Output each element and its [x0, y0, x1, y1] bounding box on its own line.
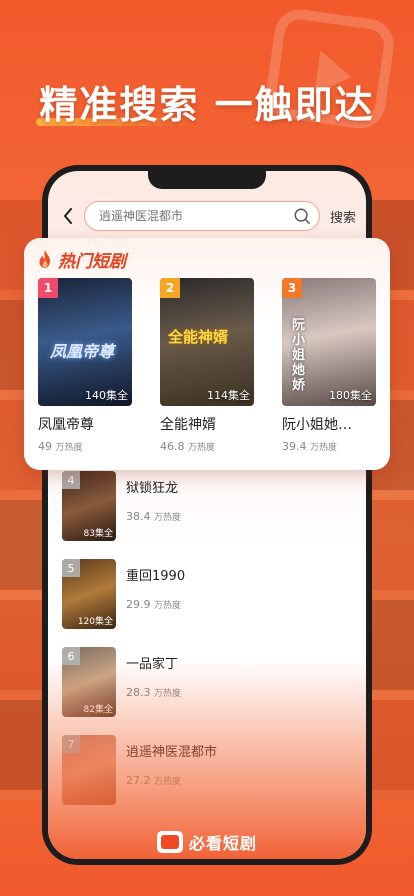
rank-badge: 7 — [62, 735, 80, 753]
heat-unit: 万热度 — [154, 513, 182, 523]
rank-badge: 4 — [62, 471, 80, 489]
heat-unit: 万热度 — [154, 601, 182, 611]
poster-art-title: 凤凰帝尊 — [50, 342, 115, 361]
rank-badge: 5 — [62, 559, 80, 577]
heat-unit: 万热度 — [55, 443, 83, 453]
hot-item[interactable]: 凤凰帝尊 1 140集全 凤凰帝尊 49 万热度 — [38, 278, 132, 453]
drama-thumbnail[interactable]: 5 120集全 — [62, 559, 116, 629]
drama-title[interactable]: 全能神婿 — [160, 414, 254, 434]
episode-count: 180集全 — [329, 389, 372, 402]
heat-value: 49 — [38, 440, 52, 453]
heat-count: 29.9 万热度 — [126, 598, 185, 611]
heat-value: 27.2 — [126, 774, 151, 787]
drama-title[interactable]: 逍遥神医混都市 — [126, 741, 217, 760]
poster-art-title: 全能神婿 — [168, 328, 229, 346]
drama-title[interactable]: 狱锁狂龙 — [126, 477, 181, 496]
search-input[interactable] — [99, 209, 293, 223]
drama-poster[interactable]: 凤凰帝尊 1 140集全 — [38, 278, 132, 406]
hot-item[interactable]: 全能神婿 2 114集全 全能神婿 46.8 万热度 — [160, 278, 254, 453]
episode-count: 82集全 — [83, 705, 113, 715]
rank-badge: 6 — [62, 647, 80, 665]
brand-footer: 必看短剧 — [0, 830, 414, 854]
heat-value: 39.4 — [282, 440, 307, 453]
search-box[interactable] — [84, 201, 320, 231]
drama-poster[interactable]: 全能神婿 2 114集全 — [160, 278, 254, 406]
drama-list: 4 83集全 狱锁狂龙 38.4 万热度 5 120集全 重回1990 29.9… — [62, 471, 352, 823]
headline: 精准搜索 一触即达 — [39, 83, 375, 127]
heat-unit: 万热度 — [310, 443, 338, 453]
episode-count: 140集全 — [85, 389, 128, 402]
drama-thumbnail[interactable]: 4 83集全 — [62, 471, 116, 541]
hot-list: 凤凰帝尊 1 140集全 凤凰帝尊 49 万热度 全能神婿 2 114集全 全能… — [36, 278, 378, 453]
heat-count: 39.4 万热度 — [282, 440, 376, 453]
list-item[interactable]: 5 120集全 重回1990 29.9 万热度 — [62, 559, 352, 647]
heat-count: 38.4 万热度 — [126, 510, 181, 523]
heat-unit: 万热度 — [154, 777, 182, 787]
episode-count: 83集全 — [83, 529, 113, 539]
list-item[interactable]: 6 82集全 一品家丁 28.3 万热度 — [62, 647, 352, 735]
search-icon[interactable] — [293, 207, 311, 225]
heat-count: 28.3 万热度 — [126, 686, 181, 699]
fire-icon — [39, 250, 50, 268]
search-bar: 搜索 — [58, 201, 356, 231]
drama-title[interactable]: 阮小姐她… — [282, 414, 376, 434]
hot-dramas-card: 热门短剧 凤凰帝尊 1 140集全 凤凰帝尊 49 万热度 全能神婿 2 114… — [24, 238, 390, 470]
search-button[interactable]: 搜索 — [330, 207, 356, 226]
drama-poster[interactable]: 阮小姐她娇 3 180集全 — [282, 278, 376, 406]
heat-value: 38.4 — [126, 510, 151, 523]
heat-count: 46.8 万热度 — [160, 440, 254, 453]
rank-badge: 1 — [38, 278, 58, 298]
drama-title[interactable]: 重回1990 — [126, 565, 185, 584]
brand-logo-icon — [156, 831, 183, 853]
hot-item[interactable]: 阮小姐她娇 3 180集全 阮小姐她… 39.4 万热度 — [282, 278, 376, 453]
episode-count: 114集全 — [207, 389, 250, 402]
drama-thumbnail[interactable]: 6 82集全 — [62, 647, 116, 717]
heat-unit: 万热度 — [188, 443, 216, 453]
list-item[interactable]: 4 83集全 狱锁狂龙 38.4 万热度 — [62, 471, 352, 559]
list-item[interactable]: 7 逍遥神医混都市 27.2 万热度 — [62, 735, 352, 823]
episode-count: 120集全 — [77, 617, 113, 627]
heat-value: 29.9 — [126, 598, 151, 611]
rank-badge: 2 — [160, 278, 180, 298]
heat-count: 27.2 万热度 — [126, 774, 217, 787]
heat-value: 28.3 — [126, 686, 151, 699]
rank-badge: 3 — [282, 278, 302, 298]
drama-thumbnail[interactable]: 7 — [62, 735, 116, 805]
heat-value: 46.8 — [160, 440, 185, 453]
brand-name: 必看短剧 — [188, 834, 257, 853]
heat-unit: 万热度 — [154, 689, 182, 699]
poster-art-title: 阮小姐她娇 — [292, 318, 306, 393]
heat-count: 49 万热度 — [38, 440, 132, 453]
drama-title[interactable]: 凤凰帝尊 — [38, 414, 132, 434]
hot-title: 热门短剧 — [58, 251, 126, 272]
phone-notch — [148, 171, 266, 189]
hot-header: 热门短剧 — [36, 248, 378, 272]
drama-title[interactable]: 一品家丁 — [126, 653, 181, 672]
back-icon[interactable] — [58, 206, 78, 226]
